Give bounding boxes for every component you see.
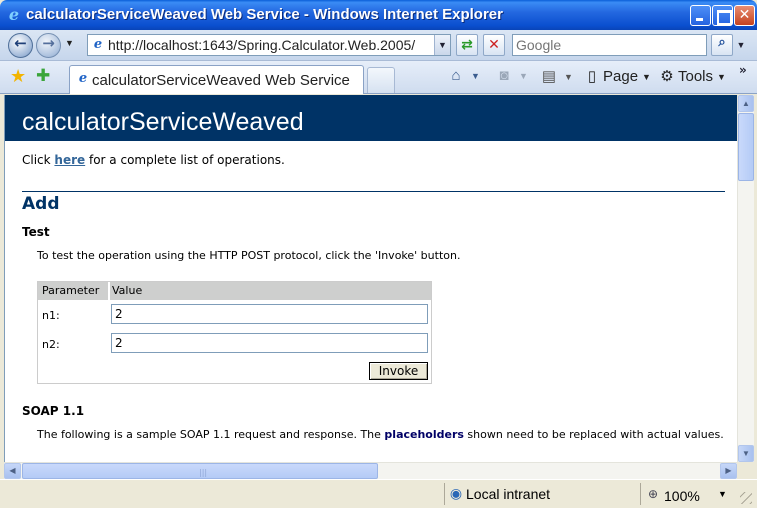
test-description: To test the operation using the HTTP POS… <box>37 249 461 262</box>
status-separator <box>640 483 641 505</box>
ie-logo-icon: e <box>8 5 20 24</box>
close-icon: ✕ <box>738 7 751 23</box>
minimize-icon <box>691 6 710 25</box>
tab-active[interactable]: e calculatorServiceWeaved Web Service <box>69 65 364 94</box>
service-title: calculatorServiceWeaved <box>22 108 304 136</box>
intro-text: Click here for a complete list of operat… <box>22 153 285 167</box>
section-divider <box>22 191 725 192</box>
url-dropdown-button[interactable]: ▼ <box>434 35 450 55</box>
status-bar: ◉ Local intranet ⊕ 100% ▼ <box>0 479 757 508</box>
search-button[interactable]: ⌕ <box>711 34 733 56</box>
back-button[interactable]: ← <box>8 33 33 58</box>
param-label-n2: n2: <box>42 338 60 351</box>
resize-grip-icon[interactable] <box>740 492 752 504</box>
status-separator <box>444 483 445 505</box>
intranet-zone-icon: ◉ <box>449 485 463 501</box>
address-bar: e ▼ <box>87 34 451 56</box>
scroll-grip-icon: ||| <box>199 468 208 477</box>
tools-menu-label: Tools <box>678 68 714 85</box>
url-input[interactable] <box>108 36 432 54</box>
add-to-favorites-icon[interactable]: ✚ <box>36 67 50 85</box>
zoom-icon[interactable]: ⊕ <box>648 487 658 501</box>
new-tab-button[interactable] <box>367 67 395 93</box>
soap-desc-prefix: The following is a sample SOAP 1.1 reque… <box>37 428 385 441</box>
page-menu-label: Page <box>603 68 639 85</box>
address-toolbar: ← → ▼ e ▼ ⇄ ✕ ⌕ ▼ <box>0 30 757 61</box>
tools-dropdown-icon: ▼ <box>717 72 726 83</box>
print-dropdown-icon: ▼ <box>564 72 573 83</box>
maximize-icon <box>713 6 732 25</box>
refresh-icon: ⇄ <box>461 37 473 53</box>
gear-icon: ⚙ <box>660 68 674 85</box>
horizontal-scrollbar[interactable]: ◀ ||| ▶ <box>4 462 737 479</box>
tab-page-icon: e <box>78 71 88 86</box>
page-icon: e <box>93 37 103 52</box>
invoke-button[interactable]: Invoke <box>369 362 428 380</box>
minimize-button[interactable] <box>690 5 711 26</box>
window-title: calculatorServiceWeaved Web Service - Wi… <box>26 6 503 23</box>
operation-title: Add <box>22 194 60 214</box>
scroll-down-button[interactable]: ▼ <box>738 445 754 462</box>
recent-pages-dropdown[interactable]: ▼ <box>65 38 74 48</box>
page-dropdown-icon: ▼ <box>642 72 651 83</box>
toolbar-overflow-chevron[interactable]: » <box>739 63 747 77</box>
param-input-n1[interactable] <box>111 304 428 324</box>
stop-button[interactable]: ✕ <box>483 34 505 56</box>
service-heading-band: calculatorServiceWeaved <box>5 95 737 141</box>
back-arrow-icon: ← <box>14 34 27 52</box>
tab-label: calculatorServiceWeaved Web Service <box>92 72 350 89</box>
column-header-parameter: Parameter <box>42 284 100 297</box>
home-button[interactable]: ⌂ ▼ <box>447 67 480 89</box>
search-options-dropdown[interactable]: ▼ <box>734 34 748 56</box>
printer-icon: ▤ <box>541 68 557 85</box>
parameter-table: Parameter Value n1: n2: Invoke <box>37 281 432 384</box>
tab-command-bar: ★ ✚ e calculatorServiceWeaved Web Servic… <box>0 61 757 94</box>
intro-suffix: for a complete list of operations. <box>85 153 285 167</box>
soap-desc-emphasis: placeholders <box>384 428 464 441</box>
vertical-scroll-thumb[interactable] <box>738 113 754 181</box>
scroll-corner <box>737 462 754 479</box>
page-menu-button[interactable]: ▯ Page ▼ <box>583 67 651 89</box>
zoom-level[interactable]: 100% <box>664 488 700 504</box>
home-icon: ⌂ <box>451 67 461 84</box>
test-heading: Test <box>22 225 50 239</box>
vertical-scrollbar[interactable]: ▲ ▼ <box>737 95 754 462</box>
forward-button[interactable]: → <box>36 33 61 58</box>
close-button[interactable]: ✕ <box>734 5 755 26</box>
forward-arrow-icon: → <box>42 34 55 52</box>
security-zone-label[interactable]: Local intranet <box>466 486 550 502</box>
feeds-dropdown-icon: ▼ <box>519 71 528 82</box>
page-menu-icon: ▯ <box>587 68 597 85</box>
favorites-center-icon[interactable]: ★ <box>10 67 26 85</box>
print-button[interactable]: ▤ ▼ <box>540 67 573 89</box>
maximize-button[interactable] <box>712 5 733 26</box>
home-dropdown-icon: ▼ <box>471 71 480 82</box>
feeds-icon: ◙ <box>499 67 509 84</box>
table-header-row: Parameter Value <box>38 282 431 300</box>
soap-description: The following is a sample SOAP 1.1 reque… <box>37 428 727 441</box>
refresh-button[interactable]: ⇄ <box>456 34 478 56</box>
soap-heading: SOAP 1.1 <box>22 404 85 418</box>
soap-desc-suffix: shown need to be replaced with actual va… <box>463 428 724 441</box>
title-bar: e calculatorServiceWeaved Web Service - … <box>0 0 757 30</box>
stop-icon: ✕ <box>488 37 500 53</box>
intro-prefix: Click <box>22 153 55 167</box>
column-separator <box>108 282 110 300</box>
operations-list-link[interactable]: here <box>54 153 85 167</box>
horizontal-scroll-thumb[interactable]: ||| <box>22 463 378 479</box>
column-header-value: Value <box>112 284 143 297</box>
search-icon: ⌕ <box>718 35 726 50</box>
param-label-n1: n1: <box>42 309 60 322</box>
tools-menu-button[interactable]: ⚙ Tools ▼ <box>658 67 726 89</box>
param-input-n2[interactable] <box>111 333 428 353</box>
scroll-up-button[interactable]: ▲ <box>738 95 754 112</box>
scroll-right-button[interactable]: ▶ <box>720 463 737 479</box>
feeds-button[interactable]: ◙ ▼ <box>495 67 528 89</box>
zoom-dropdown-icon[interactable]: ▼ <box>718 489 727 499</box>
page-viewport: calculatorServiceWeaved Click here for a… <box>4 95 737 462</box>
search-input[interactable] <box>516 36 704 54</box>
search-box <box>512 34 707 56</box>
scroll-left-button[interactable]: ◀ <box>4 463 21 479</box>
